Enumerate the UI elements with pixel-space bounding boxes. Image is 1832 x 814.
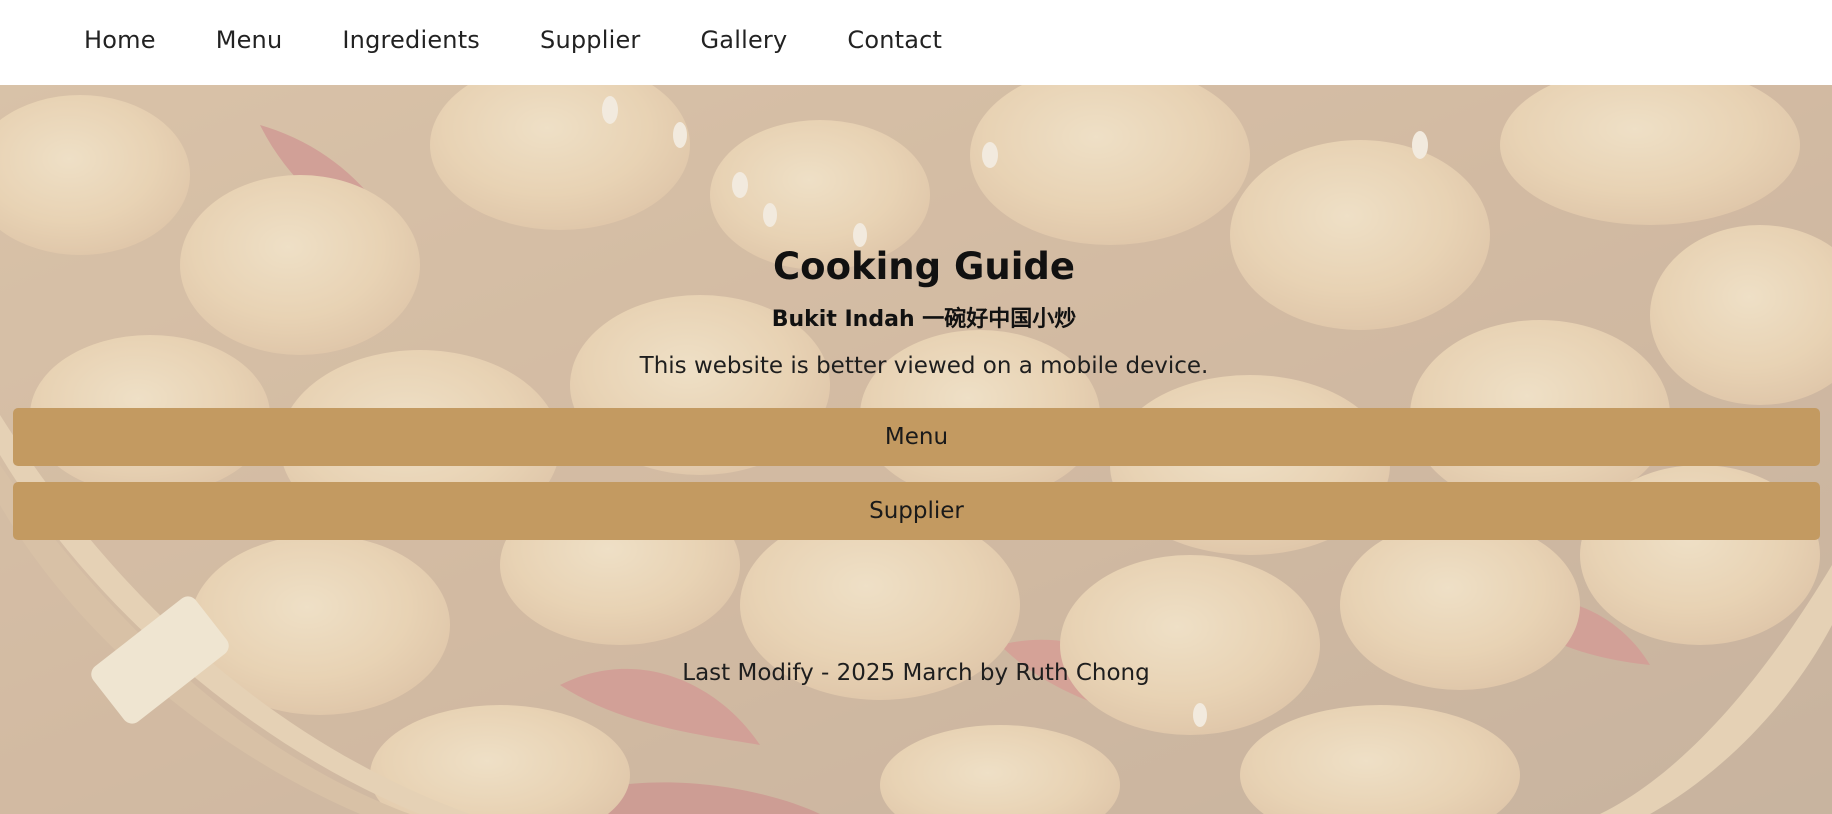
nav-item-gallery: Gallery <box>701 26 788 54</box>
page-title: Cooking Guide <box>773 245 1075 288</box>
nav-item-supplier: Supplier <box>540 26 640 54</box>
top-navigation: Home Menu Ingredients Supplier Gallery C… <box>0 0 1832 85</box>
nav-item-menu: Menu <box>216 26 283 54</box>
nav-link-home[interactable]: Home <box>84 26 156 54</box>
nav-item-ingredients: Ingredients <box>342 26 480 54</box>
nav-item-contact: Contact <box>847 26 942 54</box>
nav-item-home: Home <box>84 26 156 54</box>
menu-button[interactable]: Menu <box>13 408 1820 466</box>
nav-link-contact[interactable]: Contact <box>847 26 942 54</box>
page-subtitle: Bukit Indah 一碗好中国小炒 <box>771 307 1077 332</box>
nav-link-menu[interactable]: Menu <box>216 26 283 54</box>
nav-list: Home Menu Ingredients Supplier Gallery C… <box>0 0 1832 80</box>
nav-link-ingredients[interactable]: Ingredients <box>342 26 480 54</box>
mobile-notice: This website is better viewed on a mobil… <box>639 353 1209 379</box>
supplier-button[interactable]: Supplier <box>13 482 1820 540</box>
main-content: Cooking Guide Bukit Indah 一碗好中国小炒 This w… <box>0 85 1832 814</box>
footer-text: Last Modify - 2025 March by Ruth Chong <box>682 660 1150 686</box>
nav-link-supplier[interactable]: Supplier <box>540 26 640 54</box>
nav-link-gallery[interactable]: Gallery <box>701 26 788 54</box>
